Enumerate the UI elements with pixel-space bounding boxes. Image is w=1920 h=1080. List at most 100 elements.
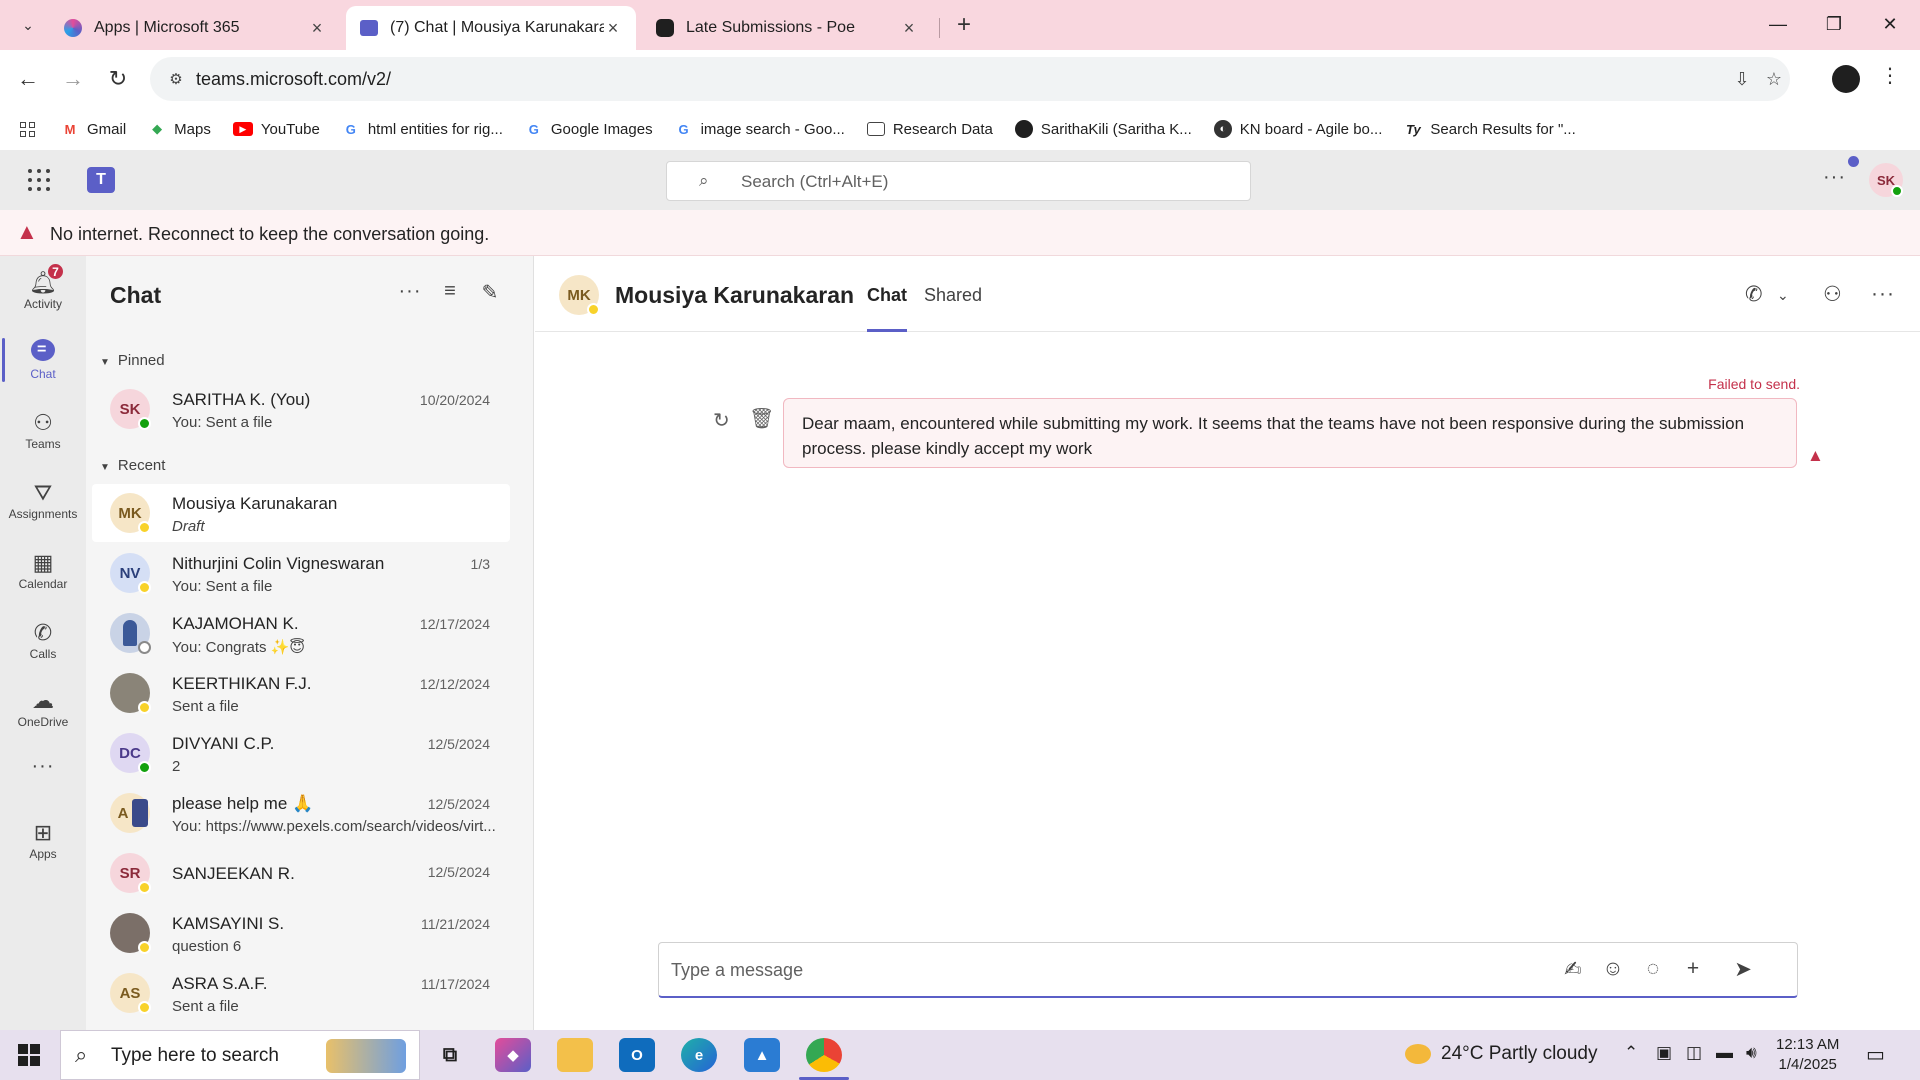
tab-search-button[interactable]: ⌄: [12, 9, 44, 41]
bookmark-label: Gmail: [87, 120, 127, 138]
delete-icon[interactable]: 🗑︎: [749, 406, 774, 431]
search-icon: ⌕: [75, 1042, 88, 1067]
rail-item-apps[interactable]: ⊞ Apps: [0, 806, 86, 874]
loop-icon[interactable]: ◌: [1639, 957, 1667, 981]
bookmark-github[interactable]: SarithaKili (Saritha K...: [1014, 120, 1192, 138]
plus-icon[interactable]: +: [1679, 957, 1707, 981]
tab-chat[interactable]: Chat: [867, 285, 907, 332]
chat-list-item-selected[interactable]: MK Mousiya Karunakaran Draft: [92, 484, 510, 542]
chat-list-item[interactable]: SR SANJEEKAN R. 12/5/2024: [92, 844, 510, 902]
close-icon[interactable]: ×: [308, 18, 326, 39]
weather-widget[interactable]: 24°C Partly cloudy: [1405, 1043, 1598, 1065]
chat-list-item[interactable]: AS ASRA S.A.F. 11/17/2024 Sent a file: [92, 964, 510, 1022]
new-tab-button[interactable]: +: [948, 9, 980, 41]
bookmark-google-images[interactable]: G Google Images: [525, 120, 653, 138]
chat-list-item-group[interactable]: A please help me 🙏 12/5/2024 You: https:…: [92, 784, 510, 842]
chat-list-item[interactable]: SK SARITHA K. (You) 10/20/2024 You: Sent…: [92, 380, 510, 438]
copilot-icon[interactable]: ◆: [495, 1038, 531, 1072]
rail-item-assignments[interactable]: ⛛ Assignments: [0, 466, 86, 534]
chat-list-item[interactable]: KAMSAYINI S. 11/21/2024 question 6: [92, 904, 510, 962]
taskbar-search[interactable]: ⌕ Type here to search: [60, 1030, 420, 1080]
bookmark-search-results[interactable]: Ty Search Results for "...: [1404, 120, 1576, 138]
chat-list-item[interactable]: KEERTHIKAN F.J. 12/12/2024 Sent a file: [92, 664, 510, 722]
meet-icon[interactable]: ▣: [1656, 1043, 1672, 1063]
bookmark-html-entities[interactable]: Ghtml entities for rig...: [342, 120, 503, 138]
display-icon[interactable]: ◫: [1686, 1043, 1702, 1063]
browser-tab[interactable]: Late Submissions - Poe ×: [642, 6, 932, 50]
add-people-icon[interactable]: ⚇: [1823, 282, 1842, 307]
browser-tab[interactable]: Apps | Microsoft 365 ×: [50, 6, 340, 50]
activity-badge: 7: [46, 262, 65, 281]
bookmark-maps[interactable]: ◆ Maps: [148, 120, 211, 138]
chat-list-item[interactable]: NV Nithurjini Colin Vigneswaran 1/3 You:…: [92, 544, 510, 602]
chat-name: SANJEEKAN R.: [172, 864, 295, 883]
rail-item-onedrive[interactable]: ☁ OneDrive: [0, 674, 86, 742]
restore-button[interactable]: ❐: [1806, 0, 1862, 48]
file-explorer-icon[interactable]: [557, 1038, 593, 1072]
chevron-down-icon[interactable]: ⌄: [1777, 287, 1789, 304]
browser-menu-icon[interactable]: ⋮: [1880, 63, 1900, 88]
reload-button[interactable]: ↻: [100, 61, 136, 97]
bookmark-gmail[interactable]: M Gmail: [61, 120, 127, 138]
chat-list-item[interactable]: DC DIVYANI C.P. 12/5/2024 2: [92, 724, 510, 782]
teams-search-box[interactable]: ⌕ Search (Ctrl+Alt+E): [666, 161, 1251, 201]
retry-icon[interactable]: ↻: [713, 408, 730, 433]
windows-start-icon[interactable]: [18, 1044, 40, 1066]
rail-more-apps[interactable]: ···: [0, 744, 86, 788]
format-icon[interactable]: ✍: [1559, 957, 1587, 982]
close-window-button[interactable]: ✕: [1862, 0, 1918, 48]
more-options-icon[interactable]: ···: [396, 280, 424, 303]
pinned-section-header[interactable]: ▼ Pinned: [100, 352, 165, 369]
bookmark-star-icon[interactable]: ☆: [1762, 67, 1786, 91]
more-options-icon[interactable]: ···: [1871, 282, 1895, 306]
battery-icon[interactable]: ▬: [1716, 1043, 1733, 1063]
install-app-icon[interactable]: ⇩: [1730, 67, 1754, 91]
photos-icon[interactable]: ▲: [744, 1038, 780, 1072]
emoji-icon[interactable]: ☺: [1599, 957, 1627, 981]
rail-item-calendar[interactable]: ▦ Calendar: [0, 536, 86, 604]
chat-list-item[interactable]: KAJAMOHAN K. 12/17/2024 You: Congrats ✨😇: [92, 604, 510, 662]
avatar-initials: MK: [118, 504, 142, 522]
bookmark-youtube[interactable]: ▶ YouTube: [232, 121, 320, 138]
more-options-icon[interactable]: ···: [1823, 166, 1846, 189]
outlook-icon[interactable]: O: [619, 1038, 655, 1072]
forward-button[interactable]: →: [55, 61, 91, 97]
system-clock[interactable]: 12:13 AM 1/4/2025: [1776, 1035, 1839, 1075]
rail-item-activity[interactable]: 🔔︎ Activity 7: [0, 256, 86, 324]
apps-grid-icon[interactable]: [20, 121, 35, 137]
address-bar[interactable]: ⚙ teams.microsoft.com/v2/ ⇩ ☆: [150, 57, 1790, 101]
profile-avatar[interactable]: [1832, 65, 1860, 93]
minimize-button[interactable]: —: [1750, 0, 1806, 48]
edge-icon[interactable]: e: [681, 1038, 717, 1072]
send-icon[interactable]: ➤: [1729, 957, 1757, 982]
rail-item-chat[interactable]: Chat: [0, 326, 86, 394]
chat-preview: Sent a file: [172, 698, 239, 715]
avatar[interactable]: MK: [559, 275, 600, 316]
filter-icon[interactable]: ≡: [436, 280, 464, 303]
task-view-icon[interactable]: ⧉: [432, 1038, 468, 1072]
presence-away-icon: [138, 701, 151, 714]
new-chat-icon[interactable]: ✎: [476, 280, 504, 305]
tab-title: Apps | Microsoft 365: [94, 19, 240, 36]
back-button[interactable]: ←: [10, 61, 46, 97]
bookmark-research-data[interactable]: Research Data: [866, 121, 993, 138]
chrome-icon[interactable]: [806, 1038, 842, 1072]
message-input[interactable]: [671, 955, 1531, 985]
chevron-up-icon[interactable]: ⌃: [1624, 1043, 1638, 1063]
user-avatar[interactable]: SK: [1869, 163, 1903, 197]
recent-section-header[interactable]: ▼ Recent: [100, 457, 165, 474]
close-icon[interactable]: ×: [604, 18, 622, 39]
bookmark-kn-board[interactable]: ◐ KN board - Agile bo...: [1213, 120, 1382, 138]
call-icon[interactable]: ✆: [1745, 282, 1763, 307]
bookmark-image-search[interactable]: Gimage search - Goo...: [675, 120, 845, 138]
notifications-icon[interactable]: ▭: [1866, 1042, 1885, 1067]
browser-tab-active[interactable]: (7) Chat | Mousiya Karunakaran ×: [346, 6, 636, 50]
rail-item-teams[interactable]: ⚇ Teams: [0, 396, 86, 464]
site-info-icon[interactable]: ⚙: [164, 67, 188, 91]
close-icon[interactable]: ×: [900, 18, 918, 39]
tab-shared[interactable]: Shared: [924, 285, 982, 332]
app-launcher-icon[interactable]: [28, 169, 50, 191]
rail-item-calls[interactable]: ✆ Calls: [0, 606, 86, 674]
conversation-title: Mousiya Karunakaran: [615, 282, 855, 308]
volume-icon[interactable]: 🔊︎: [1746, 1043, 1757, 1063]
